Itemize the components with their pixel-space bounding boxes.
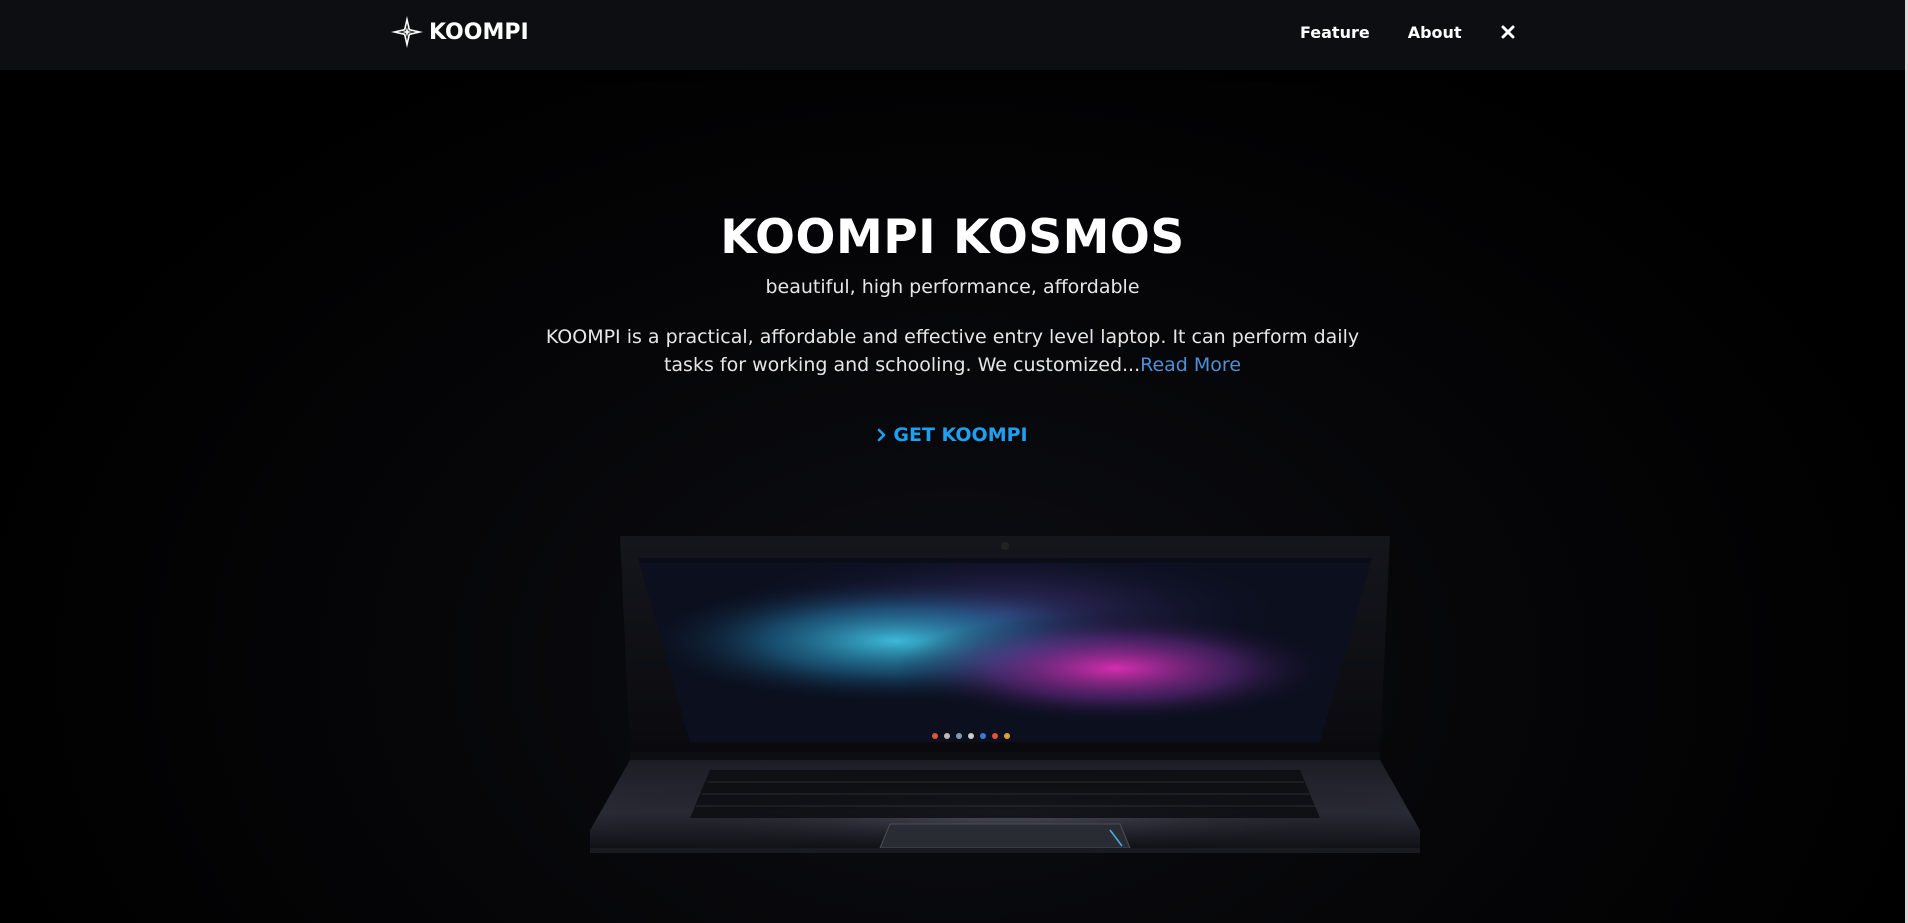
nav-link-about[interactable]: About [1408, 23, 1462, 42]
nav-link-feature[interactable]: Feature [1300, 23, 1370, 42]
get-koompi-label: GET KOOMPI [893, 424, 1028, 446]
hero-description: KOOMPI is a practical, affordable and ef… [520, 323, 1385, 379]
nav-links: Feature About [1300, 22, 1518, 42]
page: KOOMPI Feature About KOOMPI KOSMOS beaut… [0, 0, 1908, 923]
get-koompi-button[interactable]: GET KOOMPI [0, 424, 1905, 446]
close-icon [1501, 25, 1515, 39]
hero-title: KOOMPI KOSMOS [720, 210, 1185, 265]
read-more-link[interactable]: Read More [1140, 354, 1241, 376]
koompi-star-icon [391, 16, 423, 48]
brand-name: KOOMPI [429, 19, 529, 45]
close-button[interactable] [1498, 22, 1518, 42]
navbar: KOOMPI Feature About [0, 0, 1905, 70]
laptop-image [590, 536, 1420, 853]
brand-logo-link[interactable]: KOOMPI [390, 14, 529, 50]
hero-tagline: beautiful, high performance, affordable [765, 276, 1140, 298]
chevron-right-icon [878, 428, 886, 442]
